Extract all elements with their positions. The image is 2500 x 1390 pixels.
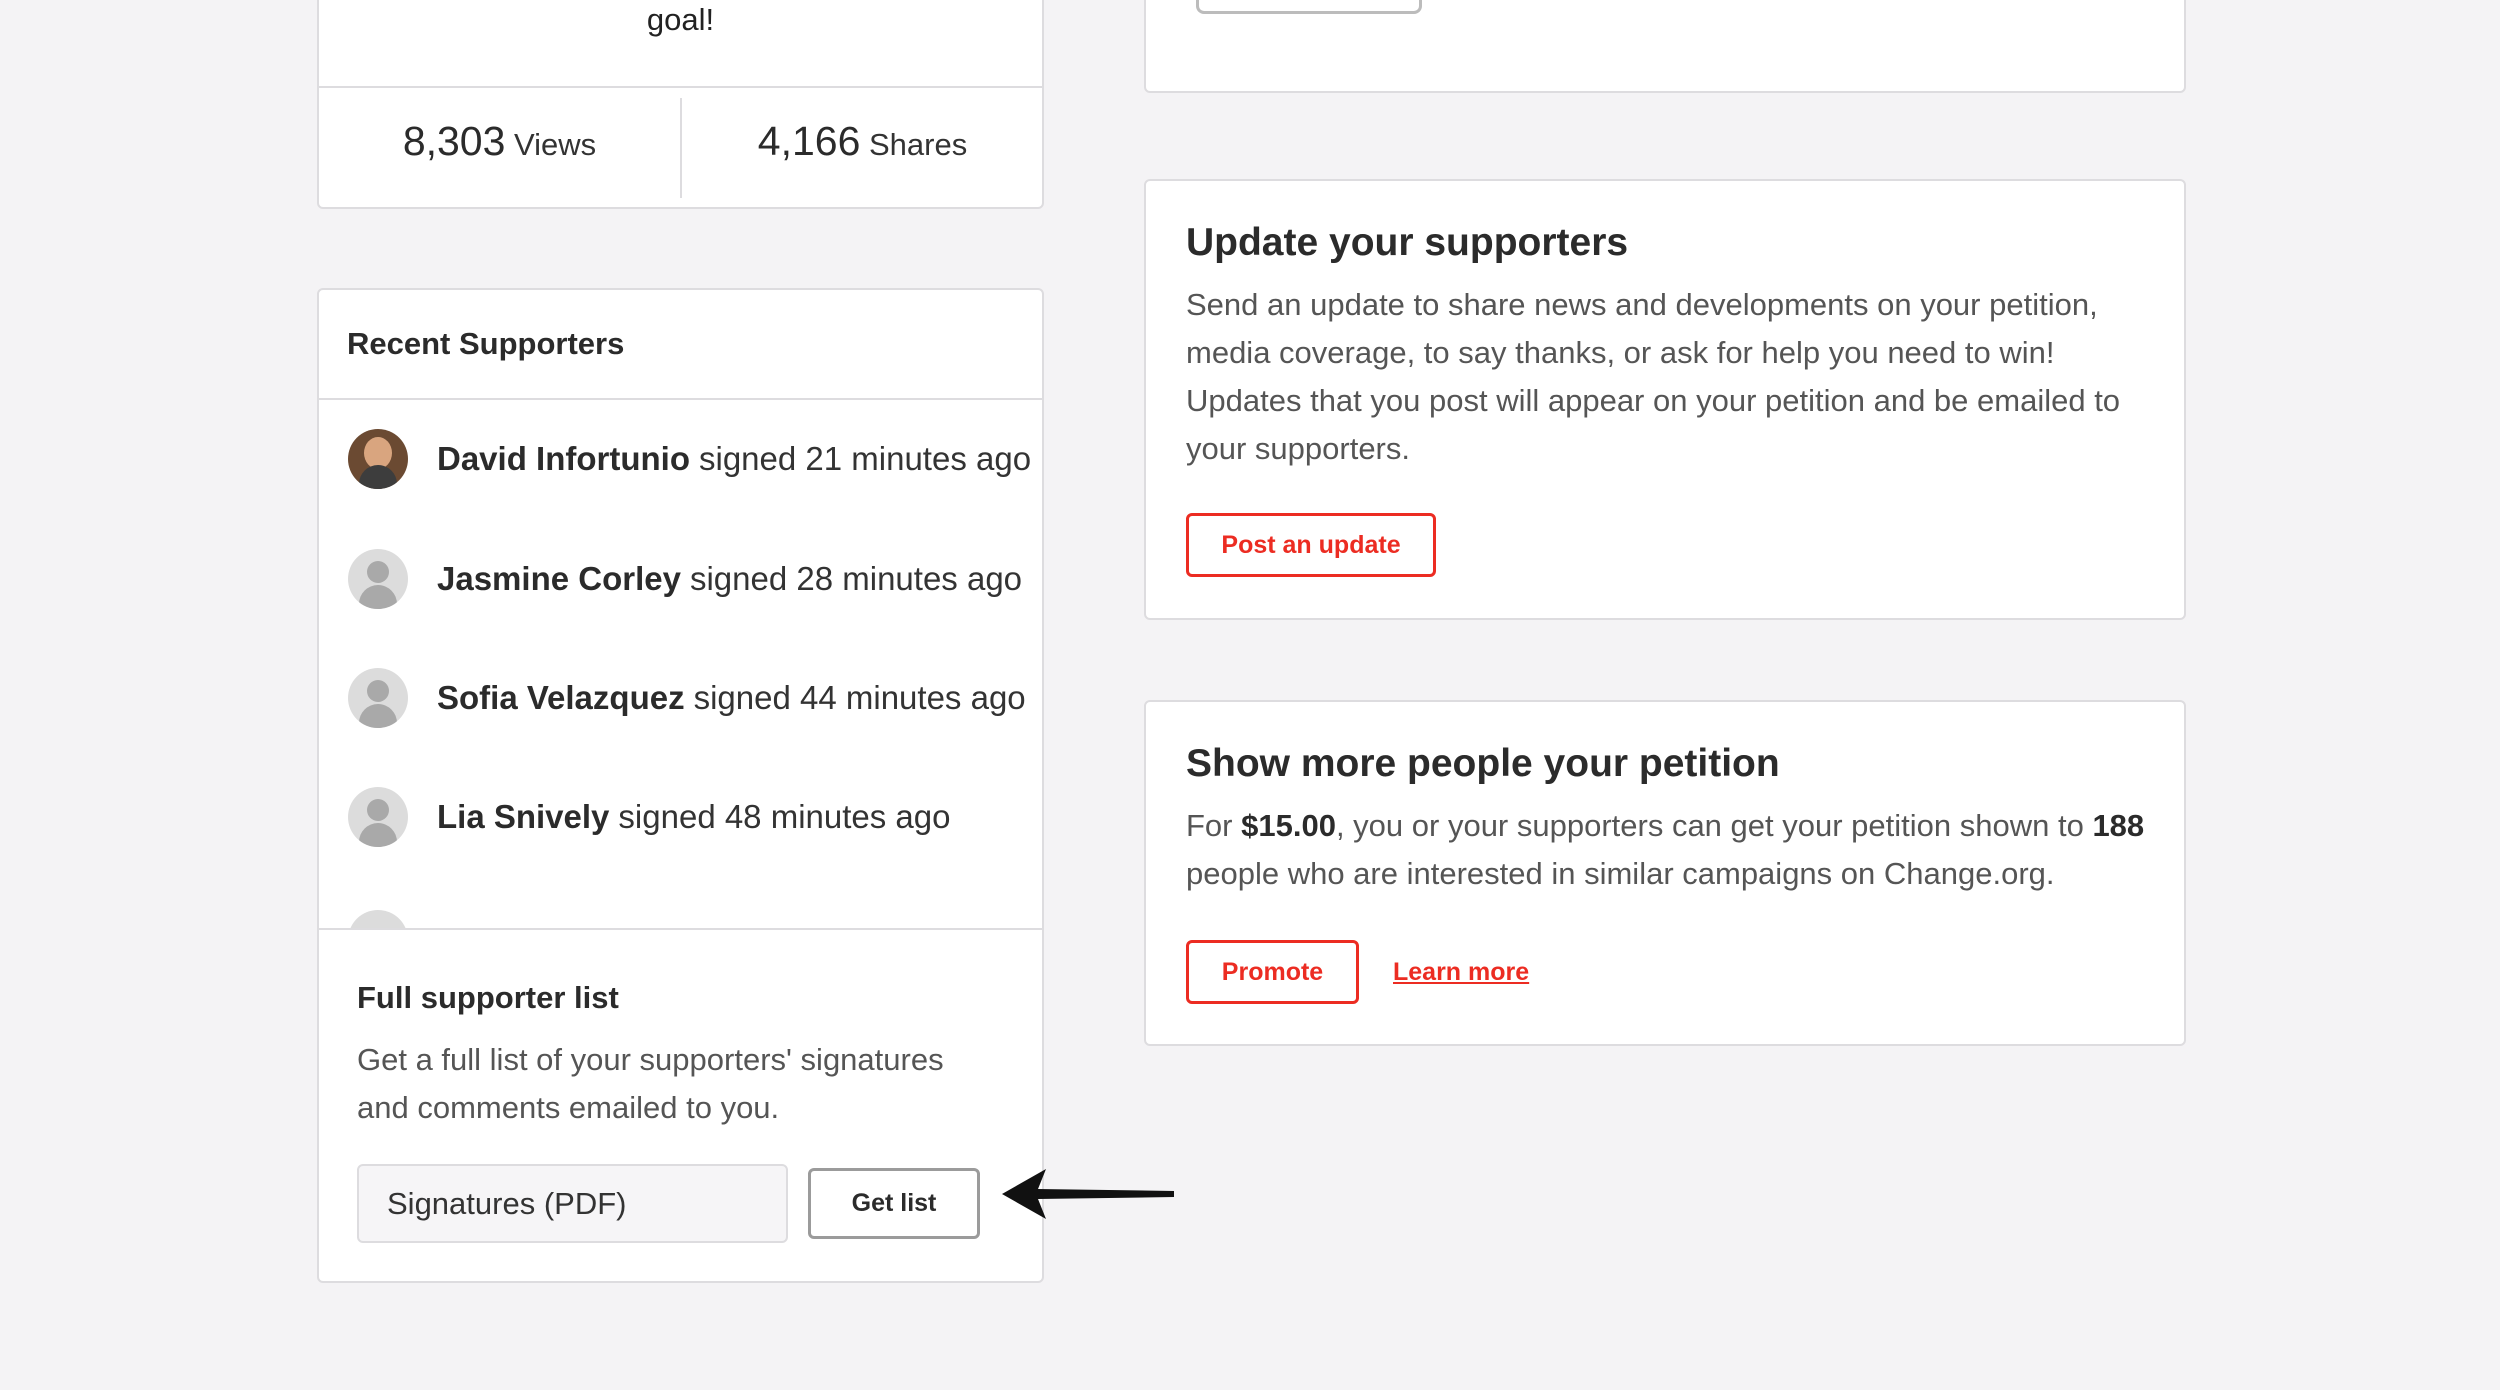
views-count: 8,303	[402, 118, 506, 164]
shares-stat: 4,166 Shares	[682, 118, 1043, 165]
update-card-title: Update your supporters	[1186, 221, 1629, 264]
promote-button[interactable]: Promote	[1186, 940, 1359, 1004]
views-stat: 8,303 Views	[319, 118, 680, 165]
default-person-icon	[348, 668, 408, 728]
supporter-name: Jasmine Corley	[437, 560, 681, 597]
supporter-action: signed 28 minutes ago	[689, 560, 1023, 597]
stats-divider	[319, 86, 1042, 88]
petition-stats-card: goal! 8,303 Views 4,166 Shares	[317, 0, 1044, 209]
promote-price: $15.00	[1241, 808, 1336, 843]
full-list-controls: Signatures (PDF) Get list	[357, 1164, 1042, 1243]
recent-supporters-title: Recent Supporters	[319, 290, 1042, 400]
promote-desc-text: people who are interested in similar cam…	[1186, 856, 2055, 891]
supporter-item: Lia Snively signed 48 minutes ago	[348, 786, 950, 848]
default-person-icon	[348, 549, 408, 609]
full-list-description: Get a full list of your supporters' sign…	[357, 1042, 944, 1125]
supporter-action: signed 21 minutes ago	[698, 440, 1032, 477]
avatar	[348, 429, 408, 489]
post-update-button[interactable]: Post an update	[1186, 513, 1436, 577]
promote-card-title: Show more people your petition	[1186, 742, 1780, 785]
supporter-action: signed 44 minutes ago	[693, 679, 1026, 716]
arrow-annotation-icon	[1002, 1169, 1174, 1219]
top-right-card	[1144, 0, 2186, 93]
top-right-button[interactable]	[1196, 0, 1422, 14]
supporter-action: signed 48 minutes ago	[618, 798, 951, 835]
full-supporter-list-section: Full supporter list Get a full list of y…	[319, 928, 1042, 1243]
learn-more-link[interactable]: Learn more	[1393, 958, 1529, 987]
promote-desc-text: For	[1186, 808, 1242, 843]
promote-card-description: For $15.00, you or your supporters can g…	[1186, 802, 2146, 898]
views-label: Views	[514, 127, 597, 162]
default-person-icon	[348, 787, 408, 847]
format-select[interactable]: Signatures (PDF)	[357, 1164, 788, 1243]
shares-count: 4,166	[757, 118, 861, 164]
promote-petition-card: Show more people your petition For $15.0…	[1144, 700, 2186, 1046]
supporter-name: Lia Snively	[437, 798, 610, 835]
supporter-item: Jasmine Corley signed 28 minutes ago	[348, 548, 1022, 610]
shares-label: Shares	[869, 127, 968, 162]
supporter-name: David Infortunio	[437, 440, 690, 477]
promote-desc-text: , you or your supporters can get your pe…	[1335, 808, 2093, 843]
supporter-item: Sofia Velazquez signed 44 minutes ago	[348, 667, 1026, 729]
recent-supporters-card: Recent Supporters David Infortunio signe…	[317, 288, 1044, 1283]
goal-text: goal!	[646, 2, 715, 37]
supporter-item: David Infortunio signed 21 minutes ago	[348, 428, 1031, 490]
update-card-description: Send an update to share news and develop…	[1186, 287, 2121, 466]
supporter-name: Sofia Velazquez	[437, 679, 685, 716]
default-person-icon	[348, 910, 408, 928]
supporters-list[interactable]: David Infortunio signed 21 minutes ago J…	[319, 400, 1042, 928]
promote-actions: Promote Learn more	[1186, 940, 2184, 1004]
promote-people-count: 188	[2092, 808, 2145, 843]
get-list-button[interactable]: Get list	[808, 1168, 980, 1239]
update-supporters-card: Update your supporters Send an update to…	[1144, 179, 2186, 620]
full-list-title: Full supporter list	[357, 980, 619, 1015]
